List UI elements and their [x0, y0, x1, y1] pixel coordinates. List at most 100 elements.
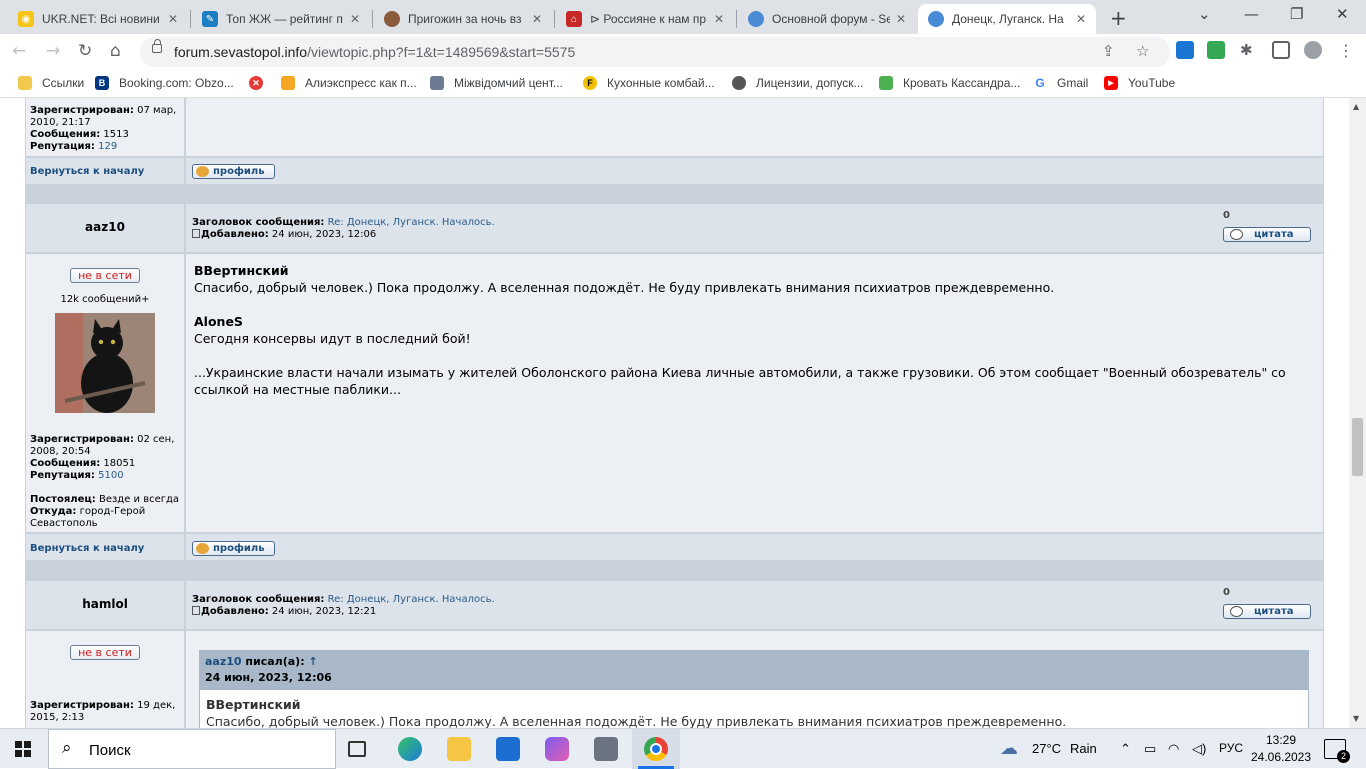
- close-icon[interactable]: ✕: [1076, 12, 1086, 26]
- address-bar[interactable]: forum.sevastopol.info/viewtopic.php?f=1&…: [140, 37, 1170, 67]
- clock-date[interactable]: 24.06.2023: [1248, 750, 1314, 764]
- back-to-top-link[interactable]: Вернуться к началу: [30, 543, 144, 554]
- quote-jump-arrow[interactable]: ↑: [308, 655, 317, 668]
- weather-temp[interactable]: 27°C: [1032, 741, 1061, 756]
- close-window-button[interactable]: ✕: [1336, 5, 1349, 23]
- tab-ukrnet[interactable]: ◉ UKR.NET: Всі новини ✕: [8, 4, 188, 34]
- rain-cloud-icon[interactable]: ☁: [1000, 738, 1018, 759]
- globe-icon: [732, 76, 746, 90]
- bookmark-bed[interactable]: Кровать Кассандра...: [879, 76, 1020, 90]
- tab-forum-main[interactable]: Основной форум - Se ✕: [738, 4, 916, 34]
- reputation-value[interactable]: 5100: [98, 470, 123, 481]
- minimize-button[interactable]: —: [1244, 5, 1259, 23]
- close-icon[interactable]: ✕: [350, 12, 360, 26]
- bookmark-kitchen[interactable]: F Кухонные комбай...: [583, 76, 715, 90]
- bookmark-licenses[interactable]: Лицензии, допуск...: [732, 76, 863, 90]
- quote-author-link[interactable]: aaz10: [205, 655, 242, 668]
- red-x-icon: ✕: [249, 76, 263, 90]
- close-icon[interactable]: ✕: [168, 12, 178, 26]
- tab-prigozhin[interactable]: Пригожин за ночь вз ✕: [374, 4, 552, 34]
- reload-button[interactable]: ↻: [78, 41, 92, 61]
- subject-label: Заголовок сообщения:: [192, 217, 325, 228]
- extensions-puzzle-icon[interactable]: ✱: [1240, 41, 1258, 59]
- quote-button[interactable]: цитата: [1223, 227, 1311, 242]
- post-author-name[interactable]: hamlol: [26, 597, 184, 611]
- battery-icon[interactable]: ▭: [1144, 741, 1156, 757]
- bookmark-aliexpress[interactable]: Алиэкспресс как п...: [281, 76, 417, 90]
- taskbar-search-box[interactable]: ⌕ Поиск: [48, 729, 336, 769]
- post-date: Добавлено: 24 июн, 2023, 12:21: [192, 606, 376, 618]
- wifi-icon[interactable]: ◠: [1168, 741, 1179, 757]
- bookmark-booking[interactable]: B Booking.com: Obzo...: [95, 76, 234, 90]
- from-label: Откуда:: [30, 506, 77, 517]
- reputation-value[interactable]: 129: [98, 141, 117, 152]
- scroll-down-arrow-icon[interactable]: ▼: [1353, 714, 1359, 723]
- windows-start-icon[interactable]: [15, 741, 31, 757]
- bookmark-gmail[interactable]: G Gmail: [1033, 76, 1088, 90]
- post-icon[interactable]: [192, 229, 200, 238]
- extension-id-icon[interactable]: [1176, 41, 1194, 59]
- file-explorer-icon[interactable]: [447, 737, 471, 761]
- menu-dots-icon[interactable]: ⋮: [1338, 41, 1356, 60]
- quote-button[interactable]: цитата: [1223, 604, 1311, 619]
- tab-livejournal[interactable]: ✎ Топ ЖЖ — рейтинг п ✕: [192, 4, 370, 34]
- scrollbar-thumb[interactable]: [1352, 418, 1363, 476]
- bookmark-links[interactable]: Ссылки: [18, 76, 84, 90]
- show-hidden-icons-icon[interactable]: ⌃: [1120, 741, 1131, 757]
- profile-button[interactable]: профиль: [192, 541, 275, 556]
- close-icon[interactable]: ✕: [532, 12, 542, 26]
- new-tab-button[interactable]: +: [1110, 6, 1127, 30]
- side-panel-icon[interactable]: [1272, 41, 1290, 59]
- quote-block: aaz10 писал(а): ↑ 24 июн, 2023, 12:06 BВ…: [199, 650, 1309, 728]
- folder-icon: [18, 76, 32, 90]
- subject-value[interactable]: Re: Донецк, Луганск. Началось.: [328, 217, 495, 228]
- edge-icon[interactable]: [398, 737, 422, 761]
- bookmark-star-icon[interactable]: ☆: [1136, 42, 1149, 60]
- scroll-up-arrow-icon[interactable]: ▲: [1353, 102, 1359, 111]
- offline-status-badge[interactable]: не в сети: [70, 645, 140, 660]
- subject-value[interactable]: Re: Донецк, Луганск. Началось.: [328, 594, 495, 605]
- forward-button[interactable]: →: [46, 41, 60, 61]
- close-icon[interactable]: ✕: [896, 12, 906, 26]
- bookmark-red-x[interactable]: ✕: [249, 76, 273, 90]
- back-button[interactable]: ←: [12, 41, 26, 61]
- post-text-line: ...Украинские власти начали изымать у жи…: [194, 365, 1286, 397]
- url-text[interactable]: forum.sevastopol.info/viewtopic.php?f=1&…: [174, 44, 575, 60]
- volume-icon[interactable]: ◁): [1192, 741, 1206, 757]
- tab-donetsk-active[interactable]: Донецк, Луганск. На ✕: [918, 4, 1096, 34]
- tab-search-icon[interactable]: ⌄: [1198, 5, 1211, 23]
- photos-icon[interactable]: [545, 737, 569, 761]
- chrome-taskbar-active[interactable]: [632, 729, 680, 769]
- task-view-icon[interactable]: [348, 741, 366, 757]
- extension-green-icon[interactable]: [1207, 41, 1225, 59]
- bookmark-mizhvidomchyi[interactable]: Міжвідомчий цент...: [430, 76, 563, 90]
- home-button[interactable]: ⌂: [110, 41, 121, 61]
- tab-rossiyane[interactable]: ⌂ ⊳ Россияне к нам пр ✕: [556, 4, 734, 34]
- prev-post-profile-cell: Зарегистрирован: 07 мар, 2010, 21:17 Соо…: [26, 98, 184, 156]
- bookmark-label: Міжвідомчий цент...: [454, 76, 563, 90]
- bookmark-youtube[interactable]: ▶ YouTube: [1104, 76, 1175, 90]
- bookmark-label: Ссылки: [42, 76, 85, 90]
- post-icon[interactable]: [192, 606, 200, 615]
- reputation-label: Репутация:: [30, 141, 95, 152]
- language-indicator[interactable]: РУС: [1219, 741, 1243, 755]
- clock-time[interactable]: 13:29: [1254, 733, 1308, 747]
- maximize-button[interactable]: ❐: [1290, 5, 1303, 23]
- mail-icon[interactable]: [496, 737, 520, 761]
- tab-title: ⊳ Россияне к нам пр: [590, 12, 707, 26]
- lock-icon[interactable]: [152, 39, 162, 53]
- post-author-name[interactable]: aaz10: [26, 220, 184, 234]
- offline-status-badge[interactable]: не в сети: [70, 268, 140, 283]
- notifications-icon[interactable]: 2: [1324, 739, 1350, 763]
- close-icon[interactable]: ✕: [714, 12, 724, 26]
- page-scrollbar[interactable]: ▲ ▼: [1349, 98, 1366, 728]
- bookmark-label: Gmail: [1057, 76, 1089, 90]
- back-to-top-link[interactable]: Вернуться к началу: [30, 166, 144, 177]
- weather-text[interactable]: Rain: [1070, 741, 1097, 756]
- profile-avatar-icon[interactable]: [1304, 41, 1322, 59]
- share-icon[interactable]: ⇪: [1102, 42, 1115, 60]
- bookmark-label: YouTube: [1128, 76, 1176, 90]
- profile-button[interactable]: профиль: [192, 164, 275, 179]
- calculator-icon[interactable]: [594, 737, 618, 761]
- notification-count: 2: [1337, 750, 1350, 763]
